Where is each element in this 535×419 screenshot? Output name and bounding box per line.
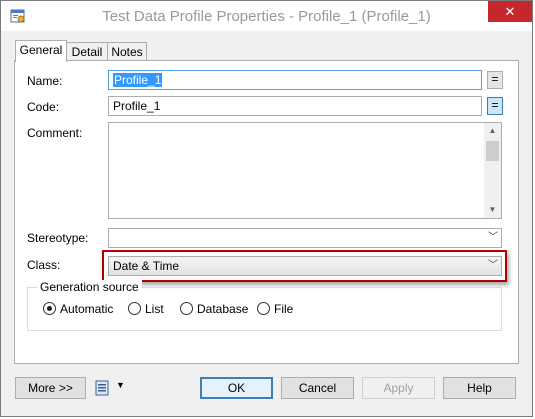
code-label: Code:	[27, 100, 60, 114]
name-field[interactable]: Profile_1	[108, 70, 482, 90]
apply-button[interactable]: Apply	[362, 377, 435, 399]
chevron-down-icon: ﹀	[488, 232, 498, 243]
close-icon: ✕	[504, 4, 516, 19]
help-button[interactable]: Help	[443, 377, 516, 399]
radio-circle	[257, 302, 270, 315]
scroll-up-icon[interactable]: ▲	[484, 123, 501, 139]
property-sheet-menu-icon[interactable]	[95, 380, 109, 396]
radio-database-label: Database	[197, 302, 249, 316]
radio-circle	[180, 302, 193, 315]
stereotype-combo[interactable]: ﹀	[108, 228, 502, 248]
tab-general[interactable]: General	[15, 40, 67, 62]
radio-file-label: File	[274, 302, 294, 316]
cancel-button[interactable]: Cancel	[281, 377, 354, 399]
name-label: Name:	[27, 74, 63, 88]
scroll-down-icon[interactable]: ▼	[484, 202, 501, 218]
tab-notes[interactable]: Notes	[107, 42, 147, 61]
window-title: Test Data Profile Properties - Profile_1…	[102, 8, 431, 25]
radio-circle	[43, 302, 56, 315]
radio-list-label: List	[145, 302, 164, 316]
name-value: Profile_1	[113, 73, 163, 87]
comment-textarea[interactable]: ▲ ▼	[108, 122, 502, 219]
close-button[interactable]: ✕	[488, 1, 532, 22]
comment-scrollbar[interactable]: ▲ ▼	[484, 123, 501, 218]
tab-detail[interactable]: Detail	[66, 42, 108, 61]
class-highlight-annotation	[102, 250, 507, 282]
radio-selected-dot	[47, 306, 52, 311]
radio-automatic-label: Automatic	[60, 302, 114, 316]
more-button[interactable]: More >>	[15, 377, 86, 399]
menu-dropdown-icon[interactable]: ▼	[116, 380, 125, 390]
code-field[interactable]: Profile_1	[108, 96, 482, 116]
ok-button[interactable]: OK	[200, 377, 273, 399]
scroll-thumb[interactable]	[486, 141, 499, 161]
radio-circle	[128, 302, 141, 315]
comment-label: Comment:	[27, 126, 83, 140]
generation-source-title: Generation source	[37, 280, 142, 294]
stereotype-label: Stereotype:	[27, 231, 89, 245]
title-bar[interactable]: Test Data Profile Properties - Profile_1…	[1, 1, 532, 31]
code-name-link-button[interactable]: =	[487, 97, 503, 115]
name-code-link-button[interactable]: =	[487, 71, 503, 89]
class-label: Class:	[27, 258, 61, 272]
